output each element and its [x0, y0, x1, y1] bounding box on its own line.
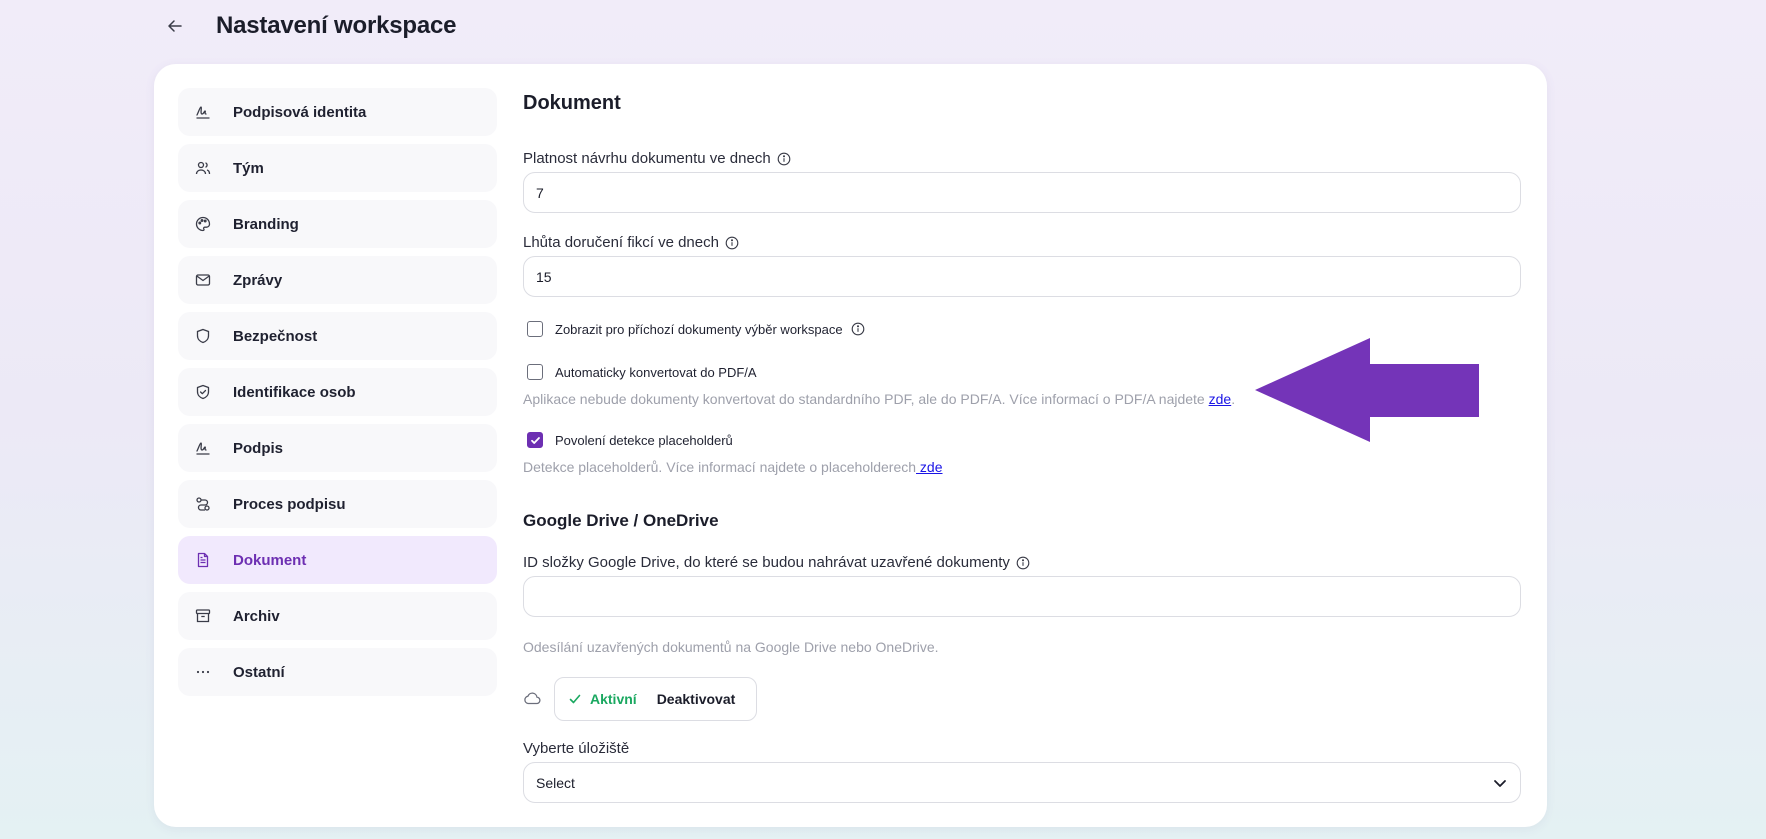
annotation-arrow: [1255, 338, 1479, 442]
placeholders-label: Povolení detekce placeholderů: [555, 432, 733, 448]
sidebar-item-signature-identity[interactable]: Podpisová identita: [178, 88, 497, 136]
sidebar-item-label: Branding: [233, 215, 299, 233]
sidebar-item-label: Podpisová identita: [233, 103, 367, 121]
sidebar-item-label: Proces podpisu: [233, 495, 346, 513]
storage-select[interactable]: Select: [523, 762, 1521, 803]
sidebar-item-label: Archiv: [233, 607, 280, 625]
validity-input[interactable]: [523, 172, 1521, 213]
workspace-choice-label: Zobrazit pro příchozí dokumenty výběr wo…: [555, 321, 843, 337]
sidebar-item-label: Bezpečnost: [233, 327, 318, 345]
sidebar-item-document[interactable]: Dokument: [178, 536, 497, 584]
delivery-label-text: Lhůta doručení fikcí ve dnech: [523, 234, 719, 251]
info-icon[interactable]: [777, 152, 791, 166]
check-icon: [569, 694, 581, 704]
deactivate-button[interactable]: Deaktivovat: [657, 691, 736, 707]
info-icon[interactable]: [725, 236, 739, 250]
sidebar-item-signature[interactable]: Podpis: [178, 424, 497, 472]
delivery-input[interactable]: [523, 256, 1521, 297]
sidebar-item-label: Identifikace osob: [233, 383, 356, 401]
workspace-choice-checkbox[interactable]: [527, 321, 543, 337]
pdfa-row: Automaticky konvertovat do PDF/A: [527, 364, 757, 380]
check-icon: [530, 436, 540, 444]
sidebar-item-label: Tým: [233, 159, 264, 177]
mail-icon: [195, 272, 211, 288]
info-icon[interactable]: [1016, 556, 1030, 570]
drive-help: Odesílání uzavřených dokumentů na Google…: [523, 639, 939, 655]
validity-label: Platnost návrhu dokumentu ve dnech: [523, 150, 791, 167]
sidebar-item-archive[interactable]: Archiv: [178, 592, 497, 640]
sidebar-item-team[interactable]: Tým: [178, 144, 497, 192]
drive-folder-input[interactable]: [523, 576, 1521, 617]
sidebar-item-label: Podpis: [233, 439, 284, 457]
pdfa-help-text: Aplikace nebude dokumenty konvertovat do…: [523, 391, 1209, 407]
validity-label-text: Platnost návrhu dokumentu ve dnech: [523, 150, 771, 167]
sidebar-item-security[interactable]: Bezpečnost: [178, 312, 497, 360]
workspace-choice-row: Zobrazit pro příchozí dokumenty výběr wo…: [527, 321, 865, 337]
active-status[interactable]: Aktivní: [568, 691, 637, 707]
archive-icon: [195, 608, 211, 624]
storage-label: Vyberte úložiště: [523, 740, 630, 757]
pdfa-help: Aplikace nebude dokumenty konvertovat do…: [523, 391, 1235, 407]
section-title: Dokument: [523, 92, 621, 114]
page-title: Nastavení workspace: [216, 12, 457, 39]
pdfa-checkbox[interactable]: [527, 364, 543, 380]
drive-folder-label-text: ID složky Google Drive, do které se budo…: [523, 554, 1010, 571]
sidebar-item-other[interactable]: Ostatní: [178, 648, 497, 696]
document-icon: [195, 552, 211, 568]
back-button[interactable]: [160, 11, 190, 41]
settings-card: Podpisová identita Tým Branding Zprávy B…: [154, 64, 1547, 827]
sidebar-item-signing-process[interactable]: Proces podpisu: [178, 480, 497, 528]
sidebar-item-label: Zprávy: [233, 271, 283, 289]
drive-section-title: Google Drive / OneDrive: [523, 511, 719, 530]
top-bar: Nastavení workspace: [160, 8, 457, 44]
sidebar-item-label: Ostatní: [233, 663, 285, 681]
signature-icon: [195, 440, 211, 456]
drive-status-toggle: Aktivní Deaktivovat: [554, 677, 757, 721]
more-icon: [195, 664, 211, 680]
info-icon[interactable]: [851, 322, 865, 336]
storage-select-value: Select: [536, 774, 575, 791]
placeholders-help: Detekce placeholderů. Více informací naj…: [523, 459, 943, 475]
sidebar-item-branding[interactable]: Branding: [178, 200, 497, 248]
shield-icon: [195, 328, 211, 344]
placeholders-info-link[interactable]: zde: [916, 459, 943, 475]
sidebar-item-identification[interactable]: Identifikace osob: [178, 368, 497, 416]
users-icon: [195, 160, 211, 176]
shield-check-icon: [195, 384, 211, 400]
pdfa-help-end: .: [1231, 391, 1236, 407]
pdfa-label: Automaticky konvertovat do PDF/A: [555, 364, 757, 380]
drive-folder-label: ID složky Google Drive, do které se budo…: [523, 554, 1030, 571]
delivery-label: Lhůta doručení fikcí ve dnech: [523, 234, 739, 251]
signature-icon: [195, 104, 211, 120]
route-icon: [195, 496, 211, 512]
sidebar-item-label: Dokument: [233, 551, 307, 569]
cloud-icon: [523, 691, 541, 710]
placeholders-checkbox[interactable]: [527, 432, 543, 448]
active-label: Aktivní: [590, 691, 637, 707]
arrow-left-icon: [168, 20, 182, 32]
settings-sidebar: Podpisová identita Tým Branding Zprávy B…: [178, 88, 497, 704]
palette-icon: [195, 216, 211, 232]
placeholders-row: Povolení detekce placeholderů: [527, 432, 733, 448]
pdfa-info-link[interactable]: zde: [1209, 391, 1232, 407]
sidebar-item-messages[interactable]: Zprávy: [178, 256, 497, 304]
placeholders-help-text: Detekce placeholderů. Více informací naj…: [523, 459, 917, 475]
chevron-down-icon: [1494, 779, 1506, 787]
